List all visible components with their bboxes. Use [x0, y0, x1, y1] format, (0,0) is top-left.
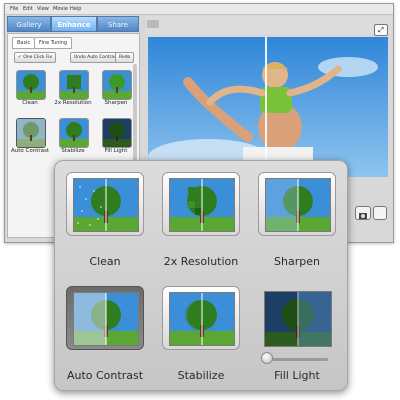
auto-contrast-icon: [73, 292, 139, 346]
fill-light-label-small: Fill Light: [104, 148, 128, 154]
main-tabs: Gallery Enhance Share: [7, 16, 139, 32]
more-button[interactable]: [373, 206, 387, 220]
stabilize-label: Stabilize: [177, 369, 225, 382]
stabilize-thumb-small[interactable]: [59, 118, 89, 148]
sharpen-card[interactable]: [258, 172, 336, 236]
one-click-fix-label: One Click Fix: [23, 55, 53, 60]
sharpen-thumb-small[interactable]: [102, 70, 132, 100]
resolution-label-small: 2x Resolution: [54, 100, 92, 106]
tab-gallery[interactable]: Gallery: [7, 16, 51, 32]
clean-icon: [73, 178, 139, 232]
fill-light-icon[interactable]: [264, 291, 332, 347]
clean-label-small: Clean: [22, 100, 38, 106]
fullscreen-icon[interactable]: ⤢: [374, 24, 388, 36]
menu-help[interactable]: Help: [70, 4, 81, 14]
resolution-label: 2x Resolution: [163, 255, 239, 268]
one-click-fix-button[interactable]: ✔ One Click Fix: [14, 52, 57, 63]
redo-button[interactable]: Redo: [115, 52, 135, 63]
clean-card[interactable]: [66, 172, 144, 236]
fill-light-thumb-small[interactable]: [102, 118, 132, 148]
stabilize-label-small: Stabilize: [61, 148, 85, 154]
viewer-toolbar: ⤢: [146, 16, 392, 36]
menu-movie[interactable]: Movie: [53, 4, 68, 14]
auto-contrast-label-small: Auto Contrast: [10, 148, 50, 154]
photo-viewer[interactable]: [148, 37, 388, 177]
fill-light-label: Fill Light: [274, 369, 320, 382]
auto-contrast-card[interactable]: [66, 286, 144, 350]
sharpen-label: Sharpen: [274, 255, 320, 268]
auto-contrast-label: Auto Contrast: [66, 369, 144, 382]
resolution-card[interactable]: [162, 172, 240, 236]
back-button[interactable]: [147, 20, 159, 28]
menu-file[interactable]: File: [10, 4, 18, 14]
clean-thumb-small[interactable]: [16, 70, 46, 100]
fill-light-slider-track[interactable]: [268, 358, 328, 361]
resolution-icon: [169, 178, 235, 232]
stabilize-icon: [169, 292, 235, 346]
sharpen-icon: [265, 178, 331, 232]
subtab-basic[interactable]: Basic: [12, 37, 36, 49]
fill-light-slider-knob[interactable]: [261, 352, 273, 364]
checkmark-icon: ✔: [18, 55, 22, 60]
menu-bar: File Edit View Movie Help: [5, 4, 393, 15]
menu-view[interactable]: View: [37, 4, 49, 14]
sharpen-label-small: Sharpen: [104, 100, 128, 106]
menu-edit[interactable]: Edit: [23, 4, 33, 14]
enhance-popup: Clean 2x Resolution Sharpen Auto Contras…: [54, 160, 348, 391]
resolution-thumb-small[interactable]: [59, 70, 89, 100]
camera-icon[interactable]: [355, 206, 371, 220]
tab-share[interactable]: Share: [97, 16, 139, 32]
subtab-fine-tuning[interactable]: Fine Tuning: [34, 37, 73, 49]
clean-label: Clean: [89, 255, 121, 268]
tab-enhance[interactable]: Enhance: [51, 16, 97, 32]
viewer-edge: [388, 37, 392, 237]
auto-contrast-thumb-small[interactable]: [16, 118, 46, 148]
stabilize-card[interactable]: [162, 286, 240, 350]
